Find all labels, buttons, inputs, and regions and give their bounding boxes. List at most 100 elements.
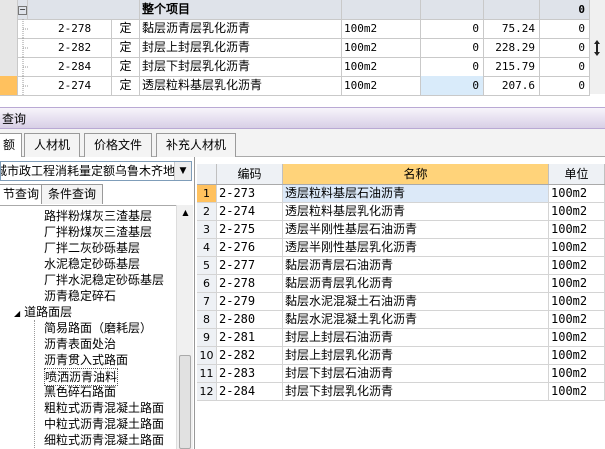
tree-item-label: 道路面层 xyxy=(24,305,73,319)
tree-leaf[interactable]: 中粒式沥青混凝土路面 xyxy=(44,416,164,432)
quota-name: 透层半刚性基层石油沥青 xyxy=(283,221,549,238)
item-unit: 100m2 xyxy=(342,57,421,76)
item-type: 定 xyxy=(112,38,140,57)
quota-code: 2-279 xyxy=(217,293,283,310)
tab-price-file[interactable]: 价格文件 xyxy=(84,133,153,157)
item-price: 207.6 xyxy=(484,76,540,95)
item-total: 0 xyxy=(540,19,590,38)
table-row[interactable]: 12 2-284 封层下封层乳化沥青 100m2 xyxy=(197,383,605,401)
tree-leaf[interactable]: 沥青稳定碎石 xyxy=(44,288,116,304)
quota-code: 2-281 xyxy=(217,329,283,346)
table-row[interactable]: 1 2-273 透层粒料基层石油沥青 100m2 xyxy=(197,185,605,203)
project-name: 整个项目 xyxy=(140,0,342,19)
tree-item-label: 路拌粉煤灰三渣基层 xyxy=(44,209,153,223)
project-item-row[interactable]: 2-282 定封层上封层乳化沥青 100m2 0 228.29 0 xyxy=(0,38,590,58)
tree-leaf[interactable]: 细粒式沥青混凝土路面 xyxy=(44,432,164,448)
tree-leaf[interactable]: 黑色碎石路面 xyxy=(44,384,116,400)
tree-item-label: 粗粒式沥青混凝土路面 xyxy=(44,401,165,415)
table-row[interactable]: 2 2-274 透层粒料基层乳化沥青 100m2 xyxy=(197,203,605,221)
tree-leaf[interactable]: 粗粒式沥青混凝土路面 xyxy=(44,400,164,416)
tree-item-label: 沥青贯入式路面 xyxy=(44,353,129,367)
row-indicator xyxy=(0,0,18,19)
row-index: 8 xyxy=(197,311,217,328)
quota-code: 2-278 xyxy=(217,275,283,292)
table-row[interactable]: 4 2-276 透层半刚性基层乳化沥青 100m2 xyxy=(197,239,605,257)
tab-labor-material-machine[interactable]: 人材机 xyxy=(24,133,81,157)
item-type: 定 xyxy=(112,19,140,38)
tab-chapter-query[interactable]: 节查询 xyxy=(0,184,47,204)
table-row[interactable]: 6 2-278 黏层沥青层乳化沥青 100m2 xyxy=(197,275,605,293)
project-item-row[interactable]: 2-284 定封层下封层乳化沥青 100m2 0 215.79 0 xyxy=(0,57,590,77)
header-qty-cell xyxy=(421,0,484,19)
scroll-up-icon[interactable]: ▲ xyxy=(177,205,194,221)
item-quantity: 0 xyxy=(421,76,484,95)
tab-condition-query[interactable]: 条件查询 xyxy=(41,184,104,204)
tree-leaf[interactable]: 厂拌水泥稳定砂砾基层 xyxy=(44,272,164,288)
tree-leaf[interactable]: 水泥稳定砂砾基层 xyxy=(44,256,140,272)
table-row[interactable]: 9 2-281 封层上封层石油沥青 100m2 xyxy=(197,329,605,347)
scroll-thumb[interactable] xyxy=(179,355,191,449)
quota-name: 黏层水泥混凝土石油沥青 xyxy=(283,293,549,310)
row-indicator[interactable] xyxy=(0,38,18,57)
tree-guide xyxy=(18,76,28,95)
item-code: 2-282 xyxy=(28,38,112,57)
tree-leaf[interactable]: 沥青贯入式路面 xyxy=(44,352,128,368)
tree-guide xyxy=(18,19,28,38)
item-name: 封层上封层乳化沥青 xyxy=(140,38,342,57)
quota-unit: 100m2 xyxy=(549,275,605,292)
item-quantity: 0 xyxy=(421,57,484,76)
row-index: 6 xyxy=(197,275,217,292)
query-panel-title: 查询 xyxy=(0,107,605,129)
row-index: 7 xyxy=(197,293,217,310)
tree-scrollbar[interactable]: ▲ xyxy=(176,205,193,449)
header-unit[interactable]: 单位 xyxy=(549,164,605,184)
quota-code: 2-274 xyxy=(217,203,283,220)
quota-name: 黏层水泥混凝土乳化沥青 xyxy=(283,311,549,328)
row-indicator[interactable] xyxy=(0,76,18,95)
project-item-row[interactable]: 2-278 定黏层沥青层乳化沥青 100m2 0 75.24 0 xyxy=(0,19,590,39)
item-code: 2-274 xyxy=(28,76,112,95)
tab-supplementary[interactable]: 补充人材机 xyxy=(156,133,237,157)
row-indicator[interactable] xyxy=(0,19,18,38)
tree-item-label: 厂拌二灰砂砾基层 xyxy=(44,241,141,255)
tree-item-label: 厂拌水泥稳定砂砾基层 xyxy=(44,273,165,287)
vertical-resize-handle[interactable] xyxy=(590,0,605,94)
item-name: 透层粒料基层乳化沥青 xyxy=(140,76,342,95)
row-index: 12 xyxy=(197,383,217,400)
quota-unit: 100m2 xyxy=(549,203,605,220)
table-row[interactable]: 11 2-283 封层下封层石油沥青 100m2 xyxy=(197,365,605,383)
tree-leaf[interactable]: 厂拌二灰砂砾基层 xyxy=(44,240,140,256)
table-row[interactable]: 5 2-277 黏层沥青层石油沥青 100m2 xyxy=(197,257,605,275)
table-row[interactable]: 10 2-282 封层上封层乳化沥青 100m2 xyxy=(197,347,605,365)
quota-library-select[interactable]: 城市政工程消耗量定额乌鲁木齐地 ▼ xyxy=(0,161,192,181)
chevron-down-icon[interactable]: ▼ xyxy=(174,162,191,180)
query-tabs: 额 人材机 价格文件 补充人材机 xyxy=(0,129,605,158)
item-total: 0 xyxy=(540,76,590,95)
table-row[interactable]: 8 2-280 黏层水泥混凝土乳化沥青 100m2 xyxy=(197,311,605,329)
row-indicator[interactable] xyxy=(0,57,18,76)
table-row[interactable]: 7 2-279 黏层水泥混凝土石油沥青 100m2 xyxy=(197,293,605,311)
quota-name: 黏层沥青层石油沥青 xyxy=(283,257,549,274)
quota-name: 封层上封层石油沥青 xyxy=(283,329,549,346)
tree-node[interactable]: ◢ 道路面层 xyxy=(14,304,72,320)
tree-leaf[interactable]: 厂拌粉煤灰三渣基层 xyxy=(44,224,152,240)
quota-name: 封层下封层乳化沥青 xyxy=(283,383,549,400)
project-grid: − 整个项目 0 2-278 定黏层沥青层乳化沥青 100m2 0 75.24 0 2-28… xyxy=(0,0,605,96)
quota-list-grid: 编码 名称 单位 1 2-273 透层粒料基层石油沥青 100m2 2 2-274 透层粒料… xyxy=(197,164,605,449)
project-total-row[interactable]: − 整个项目 0 xyxy=(0,0,590,20)
collapse-icon[interactable]: − xyxy=(18,0,28,19)
tree-item-label: 黑色碎石路面 xyxy=(44,385,117,399)
tree-leaf[interactable]: 路拌粉煤灰三渣基层 xyxy=(44,208,152,224)
tree-leaf[interactable]: 简易路面（磨耗层） xyxy=(44,320,152,336)
tree-leaf[interactable]: 沥青表面处治 xyxy=(44,336,116,352)
tab-quota[interactable]: 额 xyxy=(0,133,23,158)
expand-arrow-icon[interactable]: ◢ xyxy=(14,309,20,318)
project-item-row[interactable]: 2-274 定透层粒料基层乳化沥青 100m2 0 207.6 0 xyxy=(0,76,590,96)
tree-item-label: 中粒式沥青混凝土路面 xyxy=(44,417,165,431)
quota-code: 2-273 xyxy=(217,185,283,202)
header-name[interactable]: 名称 xyxy=(283,164,549,184)
quota-code: 2-283 xyxy=(217,365,283,382)
header-code[interactable]: 编码 xyxy=(217,164,283,184)
table-row[interactable]: 3 2-275 透层半刚性基层石油沥青 100m2 xyxy=(197,221,605,239)
item-name: 黏层沥青层乳化沥青 xyxy=(140,19,342,38)
